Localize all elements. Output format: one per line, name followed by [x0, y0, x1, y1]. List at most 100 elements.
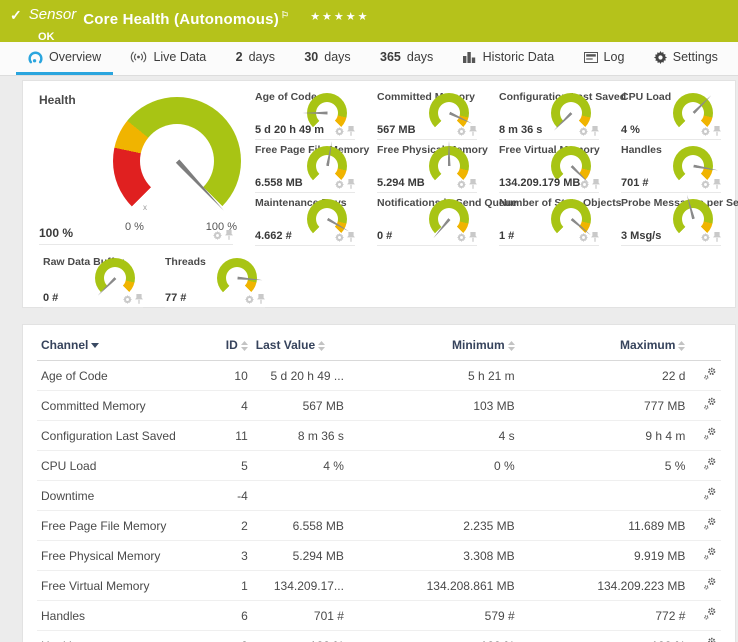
gauge-tile-handles[interactable]: Handles701 # — [607, 140, 729, 193]
pin-icon[interactable] — [257, 294, 265, 304]
gear-icon[interactable] — [335, 233, 344, 242]
edit-channel-icon[interactable] — [703, 397, 717, 411]
cell-maximum: 9.919 MB — [519, 541, 690, 571]
gear-icon[interactable] — [457, 127, 466, 136]
cell-channel: Free Physical Memory — [37, 541, 211, 571]
pin-icon[interactable] — [713, 126, 721, 136]
gear-icon[interactable] — [579, 127, 588, 136]
column-header-channel[interactable]: Channel — [37, 329, 211, 361]
tab-label: Historic Data — [483, 50, 555, 64]
tab-30-days[interactable]: 30days — [292, 42, 362, 75]
gauge-tile-probe-messages-per-second[interactable]: Probe Messages per Second3 Msg/s — [607, 193, 729, 246]
pin-icon[interactable] — [347, 126, 355, 136]
edit-channel-icon[interactable] — [703, 517, 717, 531]
cell-last-value: 5.294 MB — [252, 541, 348, 571]
tab-label: Overview — [49, 50, 101, 64]
priority-stars[interactable]: ★★★★★ — [310, 5, 369, 27]
pin-icon[interactable] — [469, 179, 477, 189]
gear-icon[interactable] — [457, 233, 466, 242]
tile-value: 6.558 MB — [255, 177, 303, 189]
gear-icon[interactable] — [457, 180, 466, 189]
pin-icon[interactable] — [469, 232, 477, 242]
tab-overview[interactable]: Overview — [16, 42, 113, 75]
edit-channel-icon[interactable] — [703, 427, 717, 441]
pin-icon[interactable] — [225, 230, 233, 240]
table-row-downtime: Downtime-4 — [37, 481, 721, 511]
tile-value: 4 % — [621, 124, 640, 136]
gear-icon[interactable] — [123, 295, 132, 304]
edit-channel-icon[interactable] — [703, 637, 717, 642]
cell-channel: Free Virtual Memory — [37, 571, 211, 601]
tab-live-data[interactable]: Live Data — [118, 42, 218, 75]
cell-minimum: 100 % — [348, 631, 519, 642]
column-header-last-value[interactable]: Last Value — [252, 329, 348, 361]
edit-channel-icon[interactable] — [703, 367, 717, 381]
pin-icon[interactable] — [135, 294, 143, 304]
tab-log[interactable]: Log — [572, 42, 637, 75]
cell-id: -4 — [211, 481, 252, 511]
pin-icon[interactable] — [469, 126, 477, 136]
table-row-free-page-file-memory: Free Page File Memory26.558 MB2.235 MB11… — [37, 511, 721, 541]
gear-icon[interactable] — [579, 233, 588, 242]
tab-label: days — [249, 50, 275, 64]
pin-icon[interactable] — [713, 232, 721, 242]
gauge-tile-free-page-file-memory[interactable]: Free Page File Memory6.558 MB — [241, 140, 363, 193]
cell-last-value: 6.558 MB — [252, 511, 348, 541]
flag-icon[interactable]: ⚐ — [281, 10, 289, 20]
column-header-maximum[interactable]: Maximum — [519, 329, 690, 361]
gauge-tile-number-of-state-objects[interactable]: Number of State Objects1 # — [485, 193, 607, 246]
edit-channel-icon[interactable] — [703, 607, 717, 621]
pin-icon[interactable] — [347, 179, 355, 189]
gear-icon[interactable] — [335, 127, 344, 136]
column-label: Maximum — [620, 338, 675, 352]
tab-settings[interactable]: Settings — [642, 42, 730, 75]
gauge-tile-free-physical-memory[interactable]: Free Physical Memory5.294 MB — [363, 140, 485, 193]
gauge-tile-raw-data-buffer[interactable]: Raw Data Buffer0 # — [29, 252, 151, 308]
tile-value: 701 # — [621, 177, 649, 189]
cell-maximum: 22 d — [519, 361, 690, 391]
gear-icon[interactable] — [580, 180, 589, 189]
column-header-id[interactable]: ID — [211, 329, 252, 361]
edit-channel-icon[interactable] — [703, 457, 717, 471]
edit-channel-icon[interactable] — [703, 547, 717, 561]
column-label: Channel — [41, 338, 88, 352]
gear-icon[interactable] — [213, 231, 222, 240]
gauge-tile-committed-memory[interactable]: Committed Memory567 MB — [363, 87, 485, 140]
column-header-edit — [689, 329, 721, 361]
gauge-tile-notifications-in-send-queue[interactable]: Notifications in Send Queue0 # — [363, 193, 485, 246]
pin-icon[interactable] — [713, 179, 721, 189]
tab-historic-data[interactable]: Historic Data — [451, 42, 567, 75]
gear-icon[interactable] — [245, 295, 254, 304]
tab-label: days — [407, 50, 433, 64]
gauge-tile-configuration-last-saved[interactable]: Configuration Last Saved8 m 36 s — [485, 87, 607, 140]
column-header-minimum[interactable]: Minimum — [348, 329, 519, 361]
cell-channel: Committed Memory — [37, 391, 211, 421]
gear-icon[interactable] — [701, 233, 710, 242]
edit-channel-icon[interactable] — [703, 487, 717, 501]
gauge-tile-free-virtual-memory[interactable]: Free Virtual Memory134.209.179 MB — [485, 140, 607, 193]
pin-icon[interactable] — [591, 126, 599, 136]
gauge-tile-health[interactable]: Health x 0 % 100 % 100 % — [29, 87, 241, 245]
gauge-tile-cpu-load[interactable]: CPU Load4 % — [607, 87, 729, 140]
gauge-tile-age-of-code[interactable]: Age of Code5 d 20 h 49 m — [241, 87, 363, 140]
tab-label: Live Data — [153, 50, 206, 64]
pin-icon[interactable] — [591, 232, 599, 242]
tile-value: 8 m 36 s — [499, 124, 542, 136]
cell-last-value: 5 d 20 h 49 ... — [252, 361, 348, 391]
gear-icon[interactable] — [701, 127, 710, 136]
gauge-tile-maintenance-days[interactable]: Maintenance Days4.662 # — [241, 193, 363, 246]
gauge-extra-row: Raw Data Buffer0 #Threads77 # — [29, 252, 735, 308]
health-gauge — [113, 97, 241, 225]
edit-channel-icon[interactable] — [703, 577, 717, 591]
gear-icon — [654, 51, 667, 64]
gauge-tile-threads[interactable]: Threads77 # — [151, 252, 273, 308]
tab-365-days[interactable]: 365days — [368, 42, 445, 75]
tile-value: 77 # — [165, 292, 186, 304]
pin-icon[interactable] — [592, 179, 600, 189]
tab-2-days[interactable]: 2days — [224, 42, 287, 75]
tab-label: Log — [604, 50, 625, 64]
gear-icon[interactable] — [701, 180, 710, 189]
pin-icon[interactable] — [347, 232, 355, 242]
cell-id: 2 — [211, 511, 252, 541]
gear-icon[interactable] — [335, 180, 344, 189]
